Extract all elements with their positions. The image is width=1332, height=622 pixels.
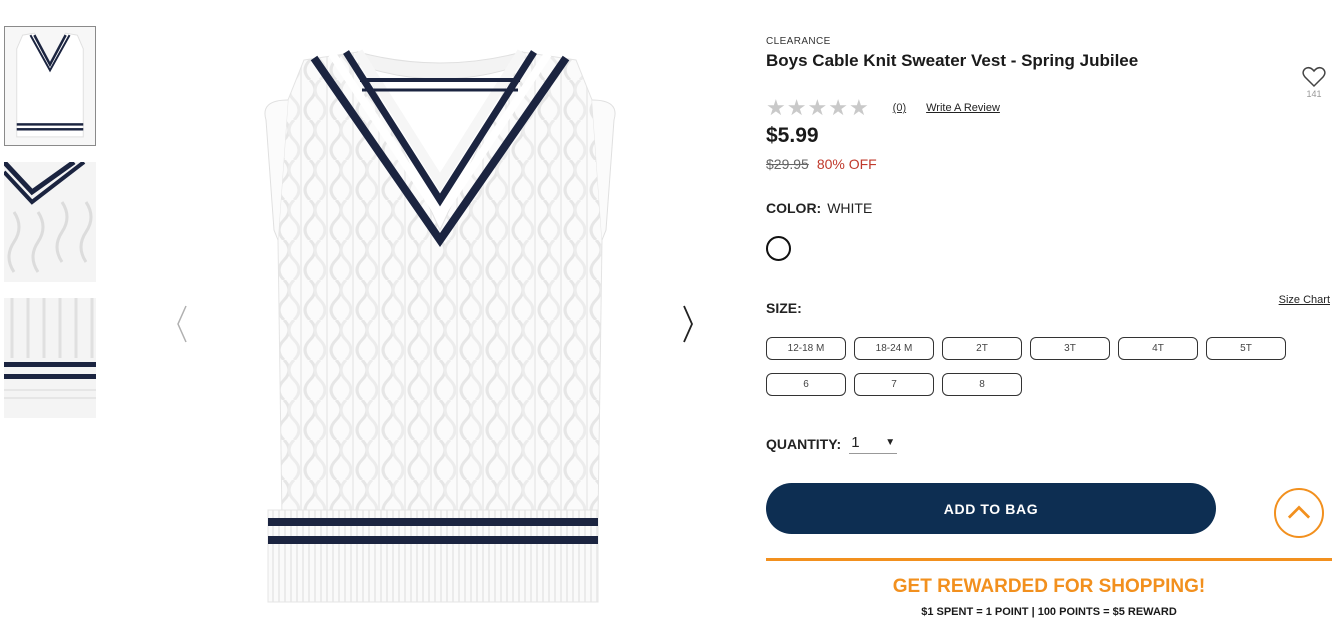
- thumbnail-detail-collar[interactable]: [4, 162, 96, 282]
- size-chart-link[interactable]: Size Chart: [1279, 294, 1330, 306]
- original-price: $29.95: [766, 156, 809, 172]
- color-value: WHITE: [827, 200, 873, 216]
- star-icon: ★: [786, 95, 807, 120]
- rating-row: ★ ★ ★ ★ ★ (0) Write A Review: [766, 95, 1000, 120]
- star-icon: ★: [828, 95, 848, 120]
- star-icon: ★: [807, 95, 828, 120]
- quantity-select[interactable]: 1 ▼: [849, 434, 898, 454]
- color-swatch-white[interactable]: [766, 236, 791, 261]
- thumbnail-detail-hem[interactable]: [4, 298, 96, 418]
- thumbnail-front[interactable]: [4, 26, 96, 146]
- knit-detail-image: [4, 162, 96, 282]
- vest-thumbnail-image: [5, 27, 95, 145]
- size-option[interactable]: 3T: [1030, 337, 1110, 360]
- price-comparison: $29.95 80% OFF: [766, 156, 877, 172]
- size-option[interactable]: 8: [942, 373, 1022, 396]
- chevron-up-icon: [1287, 505, 1311, 519]
- next-image-arrow[interactable]: [678, 302, 698, 346]
- rewards-title: GET REWARDED FOR SHOPPING!: [892, 576, 1206, 597]
- star-icon: ★: [848, 95, 869, 120]
- hem-detail-image: [4, 298, 96, 418]
- chevron-right-icon: [683, 305, 693, 343]
- thumbnail-list: [4, 26, 96, 434]
- size-option[interactable]: 7: [854, 373, 934, 396]
- chevron-left-icon: [177, 305, 187, 343]
- color-label: COLOR:: [766, 200, 822, 216]
- product-title: Boys Cable Knit Sweater Vest - Spring Ju…: [766, 51, 1139, 70]
- main-product-image: [250, 40, 630, 610]
- size-option[interactable]: 5T: [1206, 337, 1286, 360]
- size-option[interactable]: 6: [766, 373, 846, 396]
- add-to-bag-button[interactable]: ADD TO BAG: [766, 483, 1216, 534]
- back-to-top-button[interactable]: [1274, 488, 1324, 538]
- quantity-value: 1: [851, 434, 860, 451]
- rewards-divider: [766, 558, 1332, 561]
- size-options: 12-18 M 18-24 M 2T 3T 4T 5T 6 7 8: [766, 337, 1306, 396]
- write-review-link[interactable]: Write A Review: [926, 102, 1000, 114]
- size-option[interactable]: 4T: [1118, 337, 1198, 360]
- size-option[interactable]: 2T: [942, 337, 1022, 360]
- size-label: SIZE:: [766, 300, 802, 316]
- size-option[interactable]: 18-24 M: [854, 337, 934, 360]
- clearance-label: CLEARANCE: [766, 36, 831, 47]
- quantity-label: QUANTITY:: [766, 436, 842, 452]
- wishlist-count: 141: [1306, 89, 1322, 99]
- star-icon: ★: [766, 95, 786, 120]
- color-row: COLOR: WHITE: [766, 200, 872, 216]
- review-count-link[interactable]: (0): [893, 102, 906, 114]
- quantity-row: QUANTITY: 1 ▼: [766, 434, 898, 454]
- size-option[interactable]: 12-18 M: [766, 337, 846, 360]
- rating-stars: ★ ★ ★ ★ ★: [766, 95, 869, 120]
- discount-badge: 80% OFF: [816, 156, 877, 172]
- sweater-vest-illustration: [264, 49, 616, 603]
- sale-price: $5.99: [766, 124, 819, 147]
- previous-image-arrow[interactable]: [172, 302, 192, 346]
- product-info-panel: CLEARANCE Boys Cable Knit Sweater Vest -…: [766, 36, 1332, 618]
- rewards-subtitle: $1 SPENT = 1 POINT | 100 POINTS = $5 REW…: [921, 606, 1177, 618]
- chevron-down-icon: ▼: [885, 437, 896, 448]
